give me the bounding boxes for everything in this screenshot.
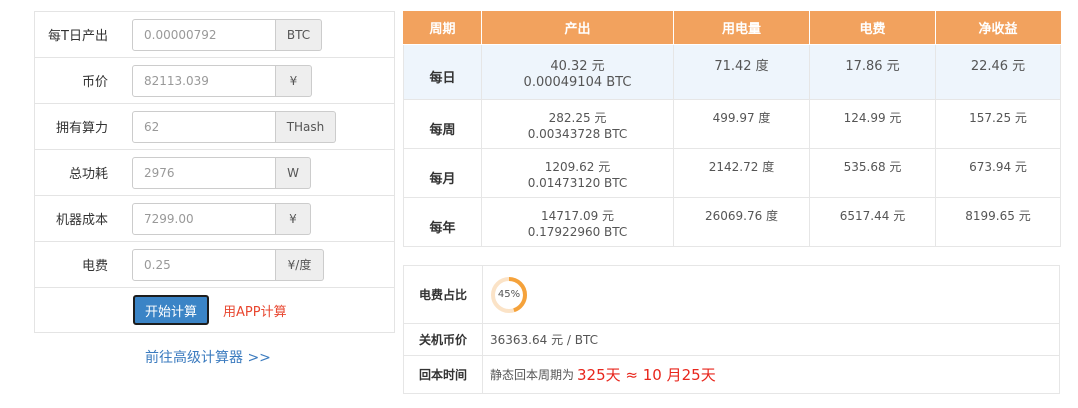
output-btc: 0.00049104 BTC [523, 74, 632, 90]
payback-value-cell: 静态回本周期为 325天 ≈ 10 月25天 [483, 356, 1059, 393]
form-actions: 开始计算 用APP计算 [35, 288, 394, 332]
fee-ratio-text: 45% [497, 289, 521, 300]
hashrate-label: 拥有算力 [55, 121, 108, 136]
shutdown-price-value: 36363.64 元 / BTC [490, 333, 598, 347]
power-label: 总功耗 [68, 167, 108, 182]
calculator-form: 每T日产出 BTC 币价 ¥ 拥有算力 THash 总功耗 W 机器成本 ¥ [34, 11, 395, 333]
electricity-input[interactable] [132, 248, 276, 281]
machine-cost-label: 机器成本 [55, 213, 108, 228]
net-cell: 157.25 元 [935, 98, 1061, 149]
output-btc: 0.17922960 BTC [527, 224, 628, 239]
fee-ratio-row: 电费占比 45% [404, 266, 1059, 324]
net-cell: 673.94 元 [935, 147, 1061, 198]
output-cell: 40.32 元 0.00049104 BTC [481, 43, 674, 100]
power-unit: W [276, 156, 311, 189]
machine-cost-input[interactable] [132, 202, 276, 235]
output-cny: 1209.62 元 [544, 159, 611, 174]
results-header-row: 周期 产出 用电量 电费 净收益 [403, 11, 1061, 45]
form-row-electricity: 电费 ¥/度 [35, 242, 394, 288]
period-cell: 每日 [403, 43, 482, 100]
fee-ratio-donut: 45% [490, 276, 528, 314]
summary-panel: 电费占比 45% 关机币价 36363.64 元 / BTC 回本时间 静态回本… [403, 265, 1060, 394]
output-btc: 0.01473120 BTC [527, 175, 628, 190]
table-row: 每年 14717.09 元 0.17922960 BTC 26069.76 度 … [403, 196, 1061, 247]
shutdown-price-row: 关机币价 36363.64 元 / BTC [404, 324, 1059, 356]
power-group: W [132, 156, 311, 189]
header-fee: 电费 [809, 11, 936, 45]
table-row: 每日 40.32 元 0.00049104 BTC 71.42 度 17.86 … [403, 43, 1061, 100]
fee-cell: 6517.44 元 [809, 196, 936, 247]
form-row-power: 总功耗 W [35, 150, 394, 196]
coin-price-label: 币价 [81, 75, 108, 90]
output-cell: 14717.09 元 0.17922960 BTC [481, 196, 674, 247]
power-cell: 71.42 度 [673, 43, 810, 100]
fee-cell: 535.68 元 [809, 147, 936, 198]
output-btc: 0.00343728 BTC [527, 126, 628, 141]
results-table: 周期 产出 用电量 电费 净收益 每日 40.32 元 0.00049104 B… [403, 11, 1061, 247]
power-cell: 499.97 度 [673, 98, 810, 149]
table-row: 每月 1209.62 元 0.01473120 BTC 2142.72 度 53… [403, 147, 1061, 198]
payback-row: 回本时间 静态回本周期为 325天 ≈ 10 月25天 [404, 356, 1059, 393]
machine-cost-unit: ¥ [276, 202, 311, 235]
fee-cell: 124.99 元 [809, 98, 936, 149]
daily-output-label: 每T日产出 [48, 29, 108, 44]
daily-output-unit: BTC [276, 18, 322, 51]
coin-price-input[interactable] [132, 64, 276, 97]
output-cny: 282.25 元 [548, 110, 607, 125]
period-cell: 每周 [403, 98, 482, 149]
period-cell: 每年 [403, 196, 482, 247]
coin-price-unit: ¥ [276, 64, 312, 97]
hashrate-group: THash [132, 110, 336, 143]
hashrate-input[interactable] [132, 110, 276, 143]
power-cell: 26069.76 度 [673, 196, 810, 247]
header-net: 净收益 [935, 11, 1061, 45]
payback-label: 回本时间 [404, 356, 483, 393]
power-input[interactable] [132, 156, 276, 189]
form-row-coin-price: 币价 ¥ [35, 58, 394, 104]
form-row-machine-cost: 机器成本 ¥ [35, 196, 394, 242]
electricity-label: 电费 [81, 259, 108, 274]
payback-value: 325天 ≈ 10 月25天 [577, 366, 716, 384]
header-period: 周期 [403, 11, 482, 45]
output-cny: 40.32 元 [550, 58, 605, 74]
table-row: 每周 282.25 元 0.00343728 BTC 499.97 度 124.… [403, 98, 1061, 149]
output-cell: 282.25 元 0.00343728 BTC [481, 98, 674, 149]
form-row-hashrate: 拥有算力 THash [35, 104, 394, 150]
form-row-daily-output: 每T日产出 BTC [35, 12, 394, 58]
net-cell: 22.46 元 [935, 43, 1061, 100]
fee-ratio-value-cell: 45% [483, 266, 1059, 323]
fee-ratio-label: 电费占比 [404, 266, 483, 323]
coin-price-group: ¥ [132, 64, 312, 97]
electricity-group: ¥/度 [132, 248, 324, 281]
header-output: 产出 [481, 11, 674, 45]
start-calc-button[interactable]: 开始计算 [133, 295, 209, 325]
header-power: 用电量 [673, 11, 810, 45]
payback-prefix: 静态回本周期为 [490, 368, 575, 382]
daily-output-group: BTC [132, 18, 322, 51]
app-calc-link[interactable]: 用APP计算 [223, 301, 287, 320]
fee-cell: 17.86 元 [809, 43, 936, 100]
output-cell: 1209.62 元 0.01473120 BTC [481, 147, 674, 198]
machine-cost-group: ¥ [132, 202, 311, 235]
shutdown-price-label: 关机币价 [404, 324, 483, 355]
net-cell: 8199.65 元 [935, 196, 1061, 247]
output-cny: 14717.09 元 [540, 208, 615, 223]
electricity-unit: ¥/度 [276, 248, 324, 281]
period-cell: 每月 [403, 147, 482, 198]
daily-output-input[interactable] [132, 18, 276, 51]
power-cell: 2142.72 度 [673, 147, 810, 198]
advanced-calculator-link[interactable]: 前往高级计算器 >> [145, 347, 271, 367]
hashrate-unit: THash [276, 110, 336, 143]
